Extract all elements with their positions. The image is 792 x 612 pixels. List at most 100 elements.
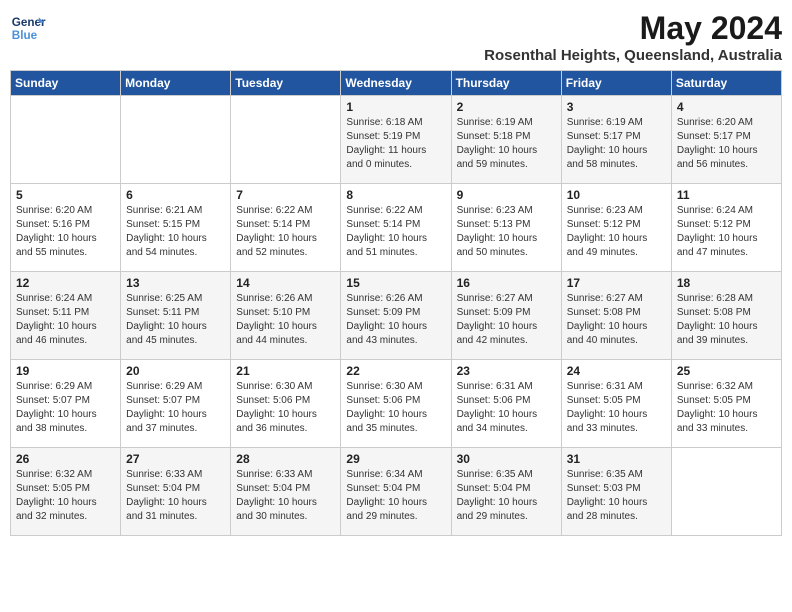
day-info: Sunrise: 6:31 AM Sunset: 5:05 PM Dayligh…	[567, 380, 666, 436]
calendar-cell: 11 Sunrise: 6:24 AM Sunset: 5:12 PM Dayli…	[671, 184, 781, 272]
day-number: 12	[16, 276, 115, 290]
calendar-cell: 30 Sunrise: 6:35 AM Sunset: 5:04 PM Dayli…	[451, 448, 561, 536]
day-info: Sunrise: 6:27 AM Sunset: 5:08 PM Dayligh…	[567, 292, 666, 348]
day-info: Sunrise: 6:29 AM Sunset: 5:07 PM Dayligh…	[126, 380, 225, 436]
calendar-cell: 17 Sunrise: 6:27 AM Sunset: 5:08 PM Dayli…	[561, 272, 671, 360]
day-number: 24	[567, 364, 666, 378]
page-header: General Blue May 2024 Rosenthal Heights,…	[10, 10, 782, 64]
day-info: Sunrise: 6:24 AM Sunset: 5:12 PM Dayligh…	[677, 204, 776, 260]
month-title: May 2024	[484, 10, 782, 47]
day-info: Sunrise: 6:22 AM Sunset: 5:14 PM Dayligh…	[236, 204, 335, 260]
calendar-cell: 13Sunrise: 6:25 AM Sunset: 5:11 PM Dayli…	[121, 272, 231, 360]
calendar-cell: 25 Sunrise: 6:32 AM Sunset: 5:05 PM Dayli…	[671, 360, 781, 448]
day-info: Sunrise: 6:18 AM Sunset: 5:19 PM Dayligh…	[346, 116, 445, 172]
logo: General Blue	[10, 10, 46, 46]
day-info: Sunrise: 6:35 AM Sunset: 5:04 PM Dayligh…	[457, 468, 556, 524]
day-number: 18	[677, 276, 776, 290]
day-info: Sunrise: 6:34 AM Sunset: 5:04 PM Dayligh…	[346, 468, 445, 524]
calendar-cell: 6 Sunrise: 6:21 AM Sunset: 5:15 PM Daylig…	[121, 184, 231, 272]
calendar-cell: 23 Sunrise: 6:31 AM Sunset: 5:06 PM Dayli…	[451, 360, 561, 448]
calendar-cell: 4Sunrise: 6:20 AM Sunset: 5:17 PM Daylig…	[671, 96, 781, 184]
day-number: 13	[126, 276, 225, 290]
day-number: 31	[567, 452, 666, 466]
day-info: Sunrise: 6:28 AM Sunset: 5:08 PM Dayligh…	[677, 292, 776, 348]
calendar-cell	[671, 448, 781, 536]
weekday-header-saturday: Saturday	[671, 71, 781, 96]
day-number: 29	[346, 452, 445, 466]
day-number: 7	[236, 188, 335, 202]
day-info: Sunrise: 6:31 AM Sunset: 5:06 PM Dayligh…	[457, 380, 556, 436]
calendar-cell: 20 Sunrise: 6:29 AM Sunset: 5:07 PM Dayli…	[121, 360, 231, 448]
title-block: May 2024 Rosenthal Heights, Queensland, …	[484, 10, 782, 64]
day-number: 27	[126, 452, 225, 466]
calendar-week-4: 19 Sunrise: 6:29 AM Sunset: 5:07 PM Dayli…	[11, 360, 782, 448]
weekday-header-tuesday: Tuesday	[231, 71, 341, 96]
calendar-cell	[231, 96, 341, 184]
calendar-cell	[11, 96, 121, 184]
weekday-header-thursday: Thursday	[451, 71, 561, 96]
calendar-cell: 3 Sunrise: 6:19 AM Sunset: 5:17 PM Daylig…	[561, 96, 671, 184]
day-number: 11	[677, 188, 776, 202]
day-number: 20	[126, 364, 225, 378]
calendar-cell: 28 Sunrise: 6:33 AM Sunset: 5:04 PM Dayli…	[231, 448, 341, 536]
calendar-cell: 10Sunrise: 6:23 AM Sunset: 5:12 PM Dayli…	[561, 184, 671, 272]
day-number: 21	[236, 364, 335, 378]
weekday-header-sunday: Sunday	[11, 71, 121, 96]
calendar-cell: 19 Sunrise: 6:29 AM Sunset: 5:07 PM Dayli…	[11, 360, 121, 448]
calendar-cell: 21Sunrise: 6:30 AM Sunset: 5:06 PM Dayli…	[231, 360, 341, 448]
weekday-header-friday: Friday	[561, 71, 671, 96]
day-info: Sunrise: 6:19 AM Sunset: 5:17 PM Dayligh…	[567, 116, 666, 172]
day-number: 10	[567, 188, 666, 202]
location-title: Rosenthal Heights, Queensland, Australia	[484, 47, 782, 64]
day-info: Sunrise: 6:29 AM Sunset: 5:07 PM Dayligh…	[16, 380, 115, 436]
day-number: 6	[126, 188, 225, 202]
day-info: Sunrise: 6:33 AM Sunset: 5:04 PM Dayligh…	[236, 468, 335, 524]
calendar-cell: 8 Sunrise: 6:22 AM Sunset: 5:14 PM Daylig…	[341, 184, 451, 272]
day-number: 3	[567, 100, 666, 114]
day-number: 16	[457, 276, 556, 290]
day-number: 17	[567, 276, 666, 290]
calendar-week-5: 26Sunrise: 6:32 AM Sunset: 5:05 PM Dayli…	[11, 448, 782, 536]
day-info: Sunrise: 6:22 AM Sunset: 5:14 PM Dayligh…	[346, 204, 445, 260]
calendar-cell: 5Sunrise: 6:20 AM Sunset: 5:16 PM Daylig…	[11, 184, 121, 272]
svg-text:Blue: Blue	[12, 29, 38, 42]
calendar-week-3: 12Sunrise: 6:24 AM Sunset: 5:11 PM Dayli…	[11, 272, 782, 360]
calendar-cell: 27 Sunrise: 6:33 AM Sunset: 5:04 PM Dayli…	[121, 448, 231, 536]
day-number: 9	[457, 188, 556, 202]
calendar-week-1: 1 Sunrise: 6:18 AM Sunset: 5:19 PM Daylig…	[11, 96, 782, 184]
day-number: 15	[346, 276, 445, 290]
calendar-cell: 18 Sunrise: 6:28 AM Sunset: 5:08 PM Dayli…	[671, 272, 781, 360]
day-number: 30	[457, 452, 556, 466]
day-number: 14	[236, 276, 335, 290]
day-number: 26	[16, 452, 115, 466]
day-info: Sunrise: 6:27 AM Sunset: 5:09 PM Dayligh…	[457, 292, 556, 348]
day-info: Sunrise: 6:33 AM Sunset: 5:04 PM Dayligh…	[126, 468, 225, 524]
calendar-cell: 9 Sunrise: 6:23 AM Sunset: 5:13 PM Daylig…	[451, 184, 561, 272]
day-info: Sunrise: 6:23 AM Sunset: 5:13 PM Dayligh…	[457, 204, 556, 260]
day-number: 28	[236, 452, 335, 466]
day-number: 1	[346, 100, 445, 114]
day-number: 8	[346, 188, 445, 202]
calendar-cell: 24 Sunrise: 6:31 AM Sunset: 5:05 PM Dayli…	[561, 360, 671, 448]
calendar-cell: 15Sunrise: 6:26 AM Sunset: 5:09 PM Dayli…	[341, 272, 451, 360]
day-info: Sunrise: 6:32 AM Sunset: 5:05 PM Dayligh…	[677, 380, 776, 436]
day-info: Sunrise: 6:26 AM Sunset: 5:10 PM Dayligh…	[236, 292, 335, 348]
day-info: Sunrise: 6:20 AM Sunset: 5:17 PM Dayligh…	[677, 116, 776, 172]
day-number: 25	[677, 364, 776, 378]
weekday-header-monday: Monday	[121, 71, 231, 96]
day-number: 23	[457, 364, 556, 378]
calendar-cell: 26Sunrise: 6:32 AM Sunset: 5:05 PM Dayli…	[11, 448, 121, 536]
weekday-header-row: SundayMondayTuesdayWednesdayThursdayFrid…	[11, 71, 782, 96]
svg-text:General: General	[12, 16, 46, 29]
calendar-cell: 14 Sunrise: 6:26 AM Sunset: 5:10 PM Dayli…	[231, 272, 341, 360]
day-number: 19	[16, 364, 115, 378]
calendar-cell: 16 Sunrise: 6:27 AM Sunset: 5:09 PM Dayli…	[451, 272, 561, 360]
calendar-cell: 7 Sunrise: 6:22 AM Sunset: 5:14 PM Daylig…	[231, 184, 341, 272]
day-number: 22	[346, 364, 445, 378]
calendar-cell	[121, 96, 231, 184]
day-number: 5	[16, 188, 115, 202]
day-info: Sunrise: 6:21 AM Sunset: 5:15 PM Dayligh…	[126, 204, 225, 260]
calendar-week-2: 5Sunrise: 6:20 AM Sunset: 5:16 PM Daylig…	[11, 184, 782, 272]
calendar-cell: 1 Sunrise: 6:18 AM Sunset: 5:19 PM Daylig…	[341, 96, 451, 184]
logo-icon: General Blue	[10, 10, 46, 46]
